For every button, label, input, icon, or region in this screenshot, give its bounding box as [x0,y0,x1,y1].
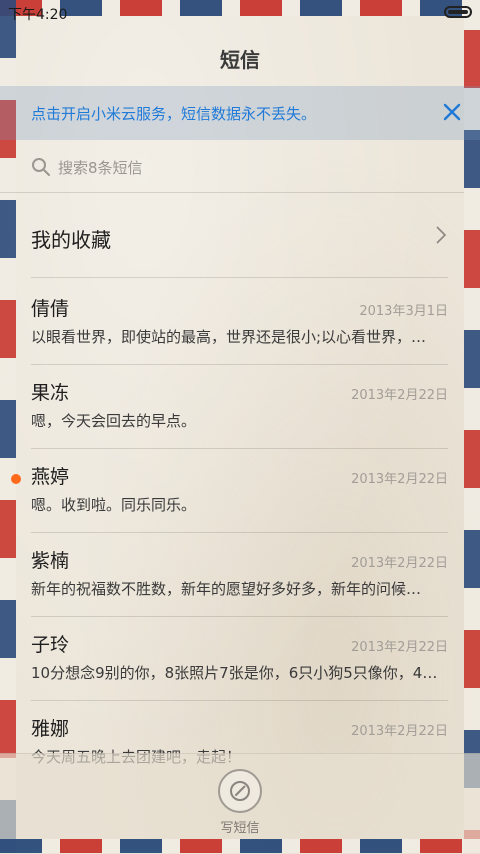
chevron-right-icon [436,226,447,244]
contact-name: 燕婷 [31,466,70,488]
message-thread-row[interactable]: 子玲 2013年2月22日 10分想念9别的你，8张照片7张是你，6只小狗5只像你，… [0,616,480,700]
message-preview: 新年的祝福数不胜数，新年的愿望好多好多，新年的问候… [31,580,422,598]
message-date: 2013年3月1日 [359,304,448,319]
message-thread-row[interactable]: 果冻 2013年2月22日嗯，今天会回去的早点。 [0,364,480,448]
message-preview: 以眼看世界，即使站的最高，世界还是很小;以心看世界，… [31,328,427,346]
message-date: 2013年2月22日 [351,388,448,403]
message-preview: 10分想念9别的你，8张照片7张是你，6只小狗5只像你，4… [31,664,438,682]
compose-label: 写短信 [220,821,260,836]
status-bar: 下午4:20 [0,0,480,26]
close-icon[interactable] [440,100,464,124]
page-title: 短信 [220,48,260,72]
divider [31,277,448,278]
message-date: 2013年2月22日 [351,640,448,655]
airmail-border-bottom [0,839,480,853]
contact-name: 子玲 [31,634,70,656]
status-time: 下午4:20 [8,7,68,23]
message-date: 2013年2月22日 [351,556,448,571]
search-icon [32,158,50,176]
message-preview: 嗯，今天会回去的早点。 [31,412,197,430]
contact-name: 果冻 [31,382,70,404]
message-date: 2013年2月22日 [351,472,448,487]
unread-dot-icon [11,474,21,484]
favorites-row[interactable]: 我的收藏 [16,198,448,274]
battery-icon [444,6,472,18]
message-date: 2013年2月22日 [351,724,448,739]
search-placeholder: 搜索8条短信 [58,159,143,177]
message-preview: 嗯。收到啦。同乐同乐。 [31,496,197,514]
cloud-service-banner[interactable]: 点击开启小米云服务，短信数据永不丢失。 [0,86,480,140]
message-thread-row[interactable]: 紫楠 2013年2月22日新年的祝福数不胜数，新年的愿望好多好多，新年的问候… [0,532,480,616]
favorites-label: 我的收藏 [31,228,111,252]
contact-name: 紫楠 [31,550,70,572]
compose-button[interactable] [218,769,262,813]
banner-text[interactable]: 点击开启小米云服务，短信数据永不丢失。 [31,103,316,124]
compose-icon [230,781,250,801]
divider [0,192,464,193]
contact-name: 倩倩 [31,298,70,320]
contact-name: 雅娜 [31,718,70,740]
message-thread-row[interactable]: 燕婷 2013年2月22日嗯。收到啦。同乐同乐。 [0,448,480,532]
message-thread-row[interactable]: 倩倩 2013年3月1日以眼看世界，即使站的最高，世界还是很小;以心看世界，… [0,280,480,364]
search-input[interactable]: 搜索8条短信 [16,148,448,188]
